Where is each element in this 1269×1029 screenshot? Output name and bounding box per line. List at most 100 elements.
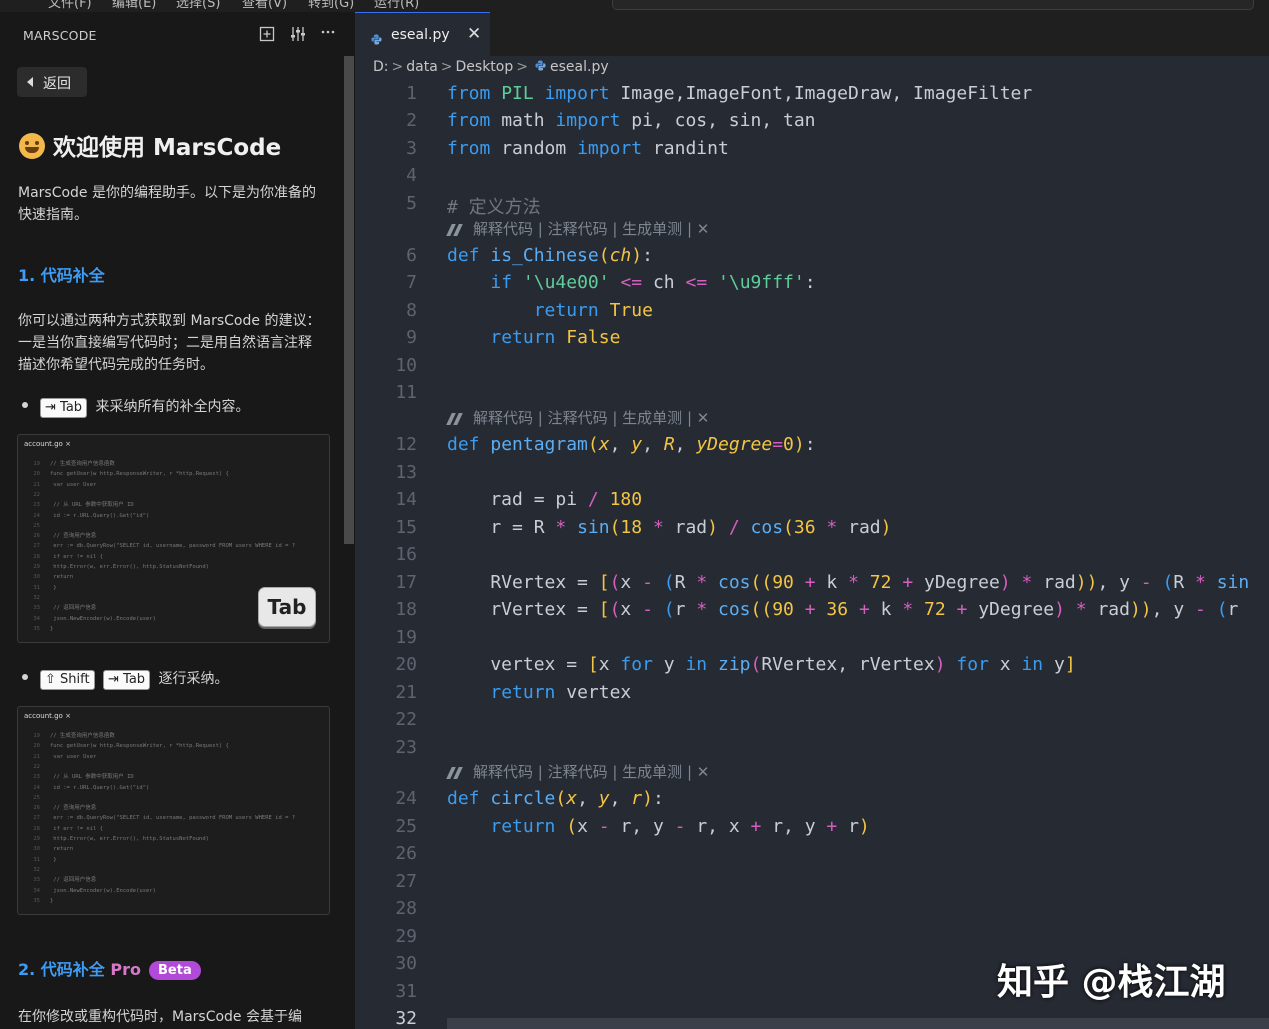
- section-1-num: 1.: [18, 266, 36, 285]
- preview-code-line: 20 func getUser(w http.ResponseWriter, r …: [18, 742, 329, 751]
- more-icon[interactable]: [320, 24, 336, 44]
- breadcrumb-data[interactable]: data: [406, 59, 438, 75]
- preview-line-number: 24: [33, 784, 40, 791]
- preview-code-line: 25: [18, 522, 329, 531]
- preview-line-number: 23: [33, 774, 40, 781]
- breadcrumb-desktop[interactable]: Desktop: [456, 59, 514, 75]
- breadcrumb-drive[interactable]: D:: [373, 59, 389, 75]
- preview-code-line: 33 // 返回用户信息: [18, 876, 329, 885]
- line-number: 27: [395, 871, 417, 892]
- preview-line-text: if err != nil {: [50, 825, 103, 832]
- tab-key: ⇥ Tab: [103, 670, 151, 690]
- preview-line-text: // 从 URL 参数中获取用户 ID: [50, 502, 134, 509]
- preview-line-number: 19: [33, 461, 40, 467]
- menu-view[interactable]: 查看(V): [242, 0, 287, 11]
- preview-line-number: 26: [33, 805, 40, 812]
- new-chat-icon[interactable]: [259, 26, 275, 46]
- command-search[interactable]: [612, 0, 1254, 10]
- menu-bar: 文件(F) 编辑(E) 选择(S) 查看(V) 转到(G) 运行(R): [0, 0, 1269, 12]
- preview-line-text: if err != nil {: [50, 553, 103, 560]
- line-number: 4: [406, 165, 417, 186]
- horizontal-scrollbar[interactable]: [447, 1018, 1269, 1029]
- codelens-text[interactable]: 解释代码 | 注释代码 | 生成单测 | ✕: [473, 220, 709, 238]
- preview-code-line: 34 json.NewEncoder(w).Encode(user): [18, 887, 329, 896]
- hugging-face-emoji-icon: [19, 133, 45, 159]
- preview-line-number: 22: [33, 491, 40, 498]
- preview-line-number: 28: [33, 825, 40, 832]
- preview-line-text: // 从 URL 参数中获取用户 ID: [50, 774, 134, 781]
- section-2-num: 2.: [18, 960, 36, 979]
- preview-line-text: return: [50, 846, 74, 853]
- section-2-desc: 在你修改或重构代码时，MarsCode 会基于编: [18, 1009, 302, 1025]
- codelens-text[interactable]: 解释代码 | 注释代码 | 生成单测 | ✕: [473, 409, 709, 427]
- line-number: 3: [406, 138, 417, 159]
- section-1-title: 代码补全: [40, 266, 105, 285]
- codelens-text[interactable]: 解释代码 | 注释代码 | 生成单测 | ✕: [473, 763, 709, 781]
- bullet-dot: [22, 674, 28, 680]
- preview-code-line: 24 id := r.URL.Query().Get("id"): [18, 512, 329, 521]
- preview-line-text: }: [50, 856, 57, 863]
- menu-run[interactable]: 运行(R): [374, 0, 419, 11]
- preview-code-line: 22: [18, 491, 329, 500]
- line-number: 9: [406, 327, 417, 348]
- line-number: 21: [395, 682, 417, 703]
- line-number: 30: [395, 953, 417, 974]
- preview-line-text: }: [50, 897, 54, 904]
- codelens-actions[interactable]: 解释代码 | 注释代码 | 生成单测 | ✕: [447, 407, 709, 428]
- line-number: 15: [395, 517, 417, 538]
- code-comment: # 定义方法: [447, 197, 541, 218]
- section-2-title: 代码补全: [40, 960, 105, 979]
- preview-line-text: id := r.URL.Query().Get("id"): [50, 784, 150, 791]
- line-number: 20: [395, 654, 417, 675]
- bullet-shift-tab: ⇧ Shift ⇥ Tab 逐行采纳。: [22, 668, 229, 690]
- preview-line-number: 24: [33, 512, 40, 519]
- line-number: 10: [395, 355, 417, 376]
- preview-code-line: 28 if err != nil {: [18, 553, 329, 562]
- preview-line-number: 21: [33, 753, 40, 760]
- preview-code-line: 21 var user User: [18, 753, 329, 762]
- tab-key-graphic: Tab: [258, 587, 316, 627]
- tab-eseal-py[interactable]: eseal.py ✕: [355, 12, 490, 57]
- preview-line-text: err := db.QueryRow("SELECT id, username,…: [50, 543, 296, 550]
- menu-edit[interactable]: 编辑(E): [112, 0, 156, 11]
- code-line: r = R * sin(18 * rad) / cos(36 * rad): [447, 517, 892, 538]
- codelens-actions[interactable]: 解释代码 | 注释代码 | 生成单测 | ✕: [447, 761, 709, 782]
- preview-line-text: return: [50, 574, 74, 581]
- sidebar-title: MARSCODE: [23, 28, 97, 43]
- section-2-heading: 2. 代码补全 Pro Beta: [18, 956, 201, 980]
- preview-line-number: 22: [33, 763, 40, 770]
- preview-code-line: 19 // 生成查询用户信息函数: [18, 460, 329, 469]
- line-number: 29: [395, 926, 417, 947]
- codelens-actions[interactable]: 解释代码 | 注释代码 | 生成单测 | ✕: [447, 218, 709, 239]
- preview-code-line: 30 return: [18, 845, 329, 854]
- breadcrumb-file[interactable]: eseal.py: [550, 59, 609, 75]
- shift-key: ⇧ Shift: [40, 670, 95, 690]
- line-number: 11: [395, 382, 417, 403]
- menu-goto[interactable]: 转到(G): [308, 0, 354, 11]
- sidebar-scrollbar[interactable]: [344, 56, 354, 544]
- preview-line-text: http.Error(w, err.Error(), http.StatusNo…: [50, 836, 209, 842]
- close-tab-icon[interactable]: ✕: [467, 24, 481, 44]
- menu-select[interactable]: 选择(S): [176, 0, 220, 11]
- preview-code-line: 25: [18, 794, 329, 803]
- tab-label: eseal.py: [391, 27, 450, 43]
- bullet-tab: ⇥ Tab 来采纳所有的补全内容。: [22, 396, 250, 418]
- preview-line-number: 20: [33, 743, 40, 750]
- code-editor: eseal.py ✕ D: > data > Desktop > eseal.py 1 2 …: [355, 12, 1269, 1029]
- welcome-title: 欢迎使用 MarsCode: [19, 128, 281, 162]
- preview-code-line: 22: [18, 763, 329, 772]
- code-line: return True: [533, 300, 653, 321]
- code-line: def is_Chinese(ch):: [447, 245, 653, 266]
- preview-code-line: 32: [18, 866, 329, 875]
- back-button[interactable]: 返回: [17, 67, 87, 97]
- code-line: return vertex: [490, 682, 632, 703]
- code-line: RVertex = [(x - (R * cos((90 + k * 72 + …: [447, 572, 1250, 593]
- preview-line-text: func getUser(w http.ResponseWriter, r *h…: [50, 471, 229, 478]
- tab-key: ⇥ Tab: [40, 398, 88, 418]
- preview-code-line: 27 err := db.QueryRow("SELECT id, userna…: [18, 542, 329, 551]
- menu-file[interactable]: 文件(F): [48, 0, 92, 11]
- line-number: 5: [406, 193, 417, 214]
- settings-sliders-icon[interactable]: [290, 26, 306, 46]
- preview-line-number: 31: [33, 584, 40, 591]
- preview-line-number: 34: [33, 615, 40, 622]
